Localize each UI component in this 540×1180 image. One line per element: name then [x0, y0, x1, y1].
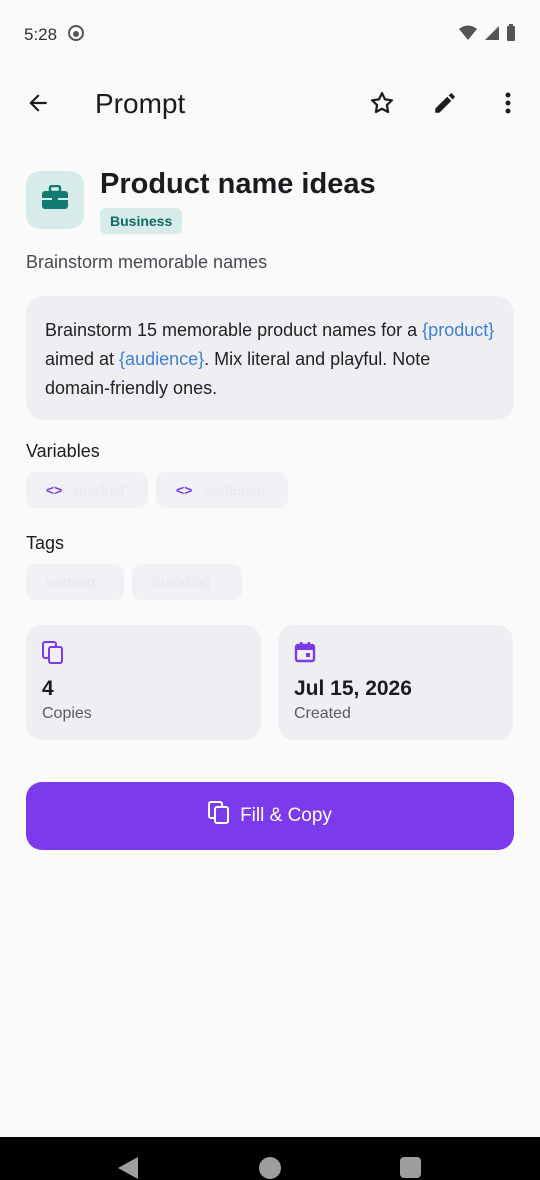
- created-date: Jul 15, 2026: [294, 677, 412, 700]
- copies-count: 4: [42, 677, 54, 700]
- tag-chip[interactable]: branding: [132, 564, 242, 600]
- pencil-icon: [432, 90, 458, 121]
- star-outline-icon: [368, 89, 396, 122]
- tags-chip-row: naming branding: [26, 564, 242, 600]
- variable-chip-label: product: [74, 481, 125, 499]
- app-title: Prompt: [95, 88, 186, 119]
- variable-token: {audience}: [119, 349, 205, 369]
- status-time: 5:28: [24, 25, 58, 44]
- more-vert-icon: [504, 91, 512, 120]
- variable-token: {product}: [422, 320, 495, 340]
- copies-label: Copies: [42, 705, 92, 722]
- system-nav-bar: [0, 1137, 540, 1180]
- wifi-icon: [458, 24, 478, 47]
- nav-back-icon[interactable]: [118, 1157, 138, 1180]
- fill-copy-label: Fill & Copy: [240, 805, 332, 826]
- briefcase-icon: [41, 184, 69, 216]
- code-icon: <>: [46, 482, 63, 498]
- edit-button[interactable]: [425, 85, 465, 125]
- variables-label: Variables: [26, 441, 100, 461]
- nav-recents-icon[interactable]: [400, 1157, 421, 1178]
- arrow-left-icon: [25, 90, 51, 121]
- more-options-button[interactable]: [488, 85, 528, 125]
- category-icon-box: [26, 171, 84, 229]
- app-bar: Prompt: [0, 70, 540, 140]
- signal-icon: [484, 25, 500, 46]
- created-stat-card: Jul 15, 2026 Created: [278, 625, 513, 740]
- copies-stat-card: 4 Copies: [26, 625, 261, 740]
- nav-home-icon[interactable]: [259, 1157, 281, 1179]
- variable-chip[interactable]: <> product: [26, 472, 148, 508]
- copy-icon: [42, 641, 64, 670]
- tag-chip-label: naming: [46, 573, 96, 591]
- variable-chip-label: audience: [204, 481, 266, 499]
- category-chip: Business: [100, 208, 183, 234]
- copy-icon: [208, 801, 230, 831]
- status-bar: 5:28: [0, 0, 540, 70]
- tag-chip[interactable]: naming: [26, 564, 124, 600]
- code-icon: <>: [176, 482, 193, 498]
- battery-icon: [506, 24, 516, 47]
- prompt-text-segment: aimed at: [45, 349, 120, 369]
- prompt-text-segment: Brainstorm 15 memorable product names fo…: [45, 320, 423, 340]
- back-button[interactable]: [18, 85, 58, 125]
- fill-copy-button[interactable]: Fill & Copy: [26, 782, 514, 850]
- favorite-button[interactable]: [362, 85, 402, 125]
- prompt-subtitle: Brainstorm memorable names: [26, 252, 268, 272]
- created-label: Created: [294, 705, 351, 722]
- notification-icon: [67, 24, 85, 47]
- tag-chip-label: branding: [152, 573, 211, 591]
- prompt-body: Brainstorm 15 memorable product names fo…: [26, 296, 514, 420]
- tags-label: Tags: [26, 533, 65, 553]
- variables-chip-row: <> product <> audience: [26, 472, 288, 508]
- calendar-icon: [294, 641, 316, 668]
- prompt-title: Product name ideas: [100, 168, 376, 200]
- variable-chip[interactable]: <> audience: [156, 472, 288, 508]
